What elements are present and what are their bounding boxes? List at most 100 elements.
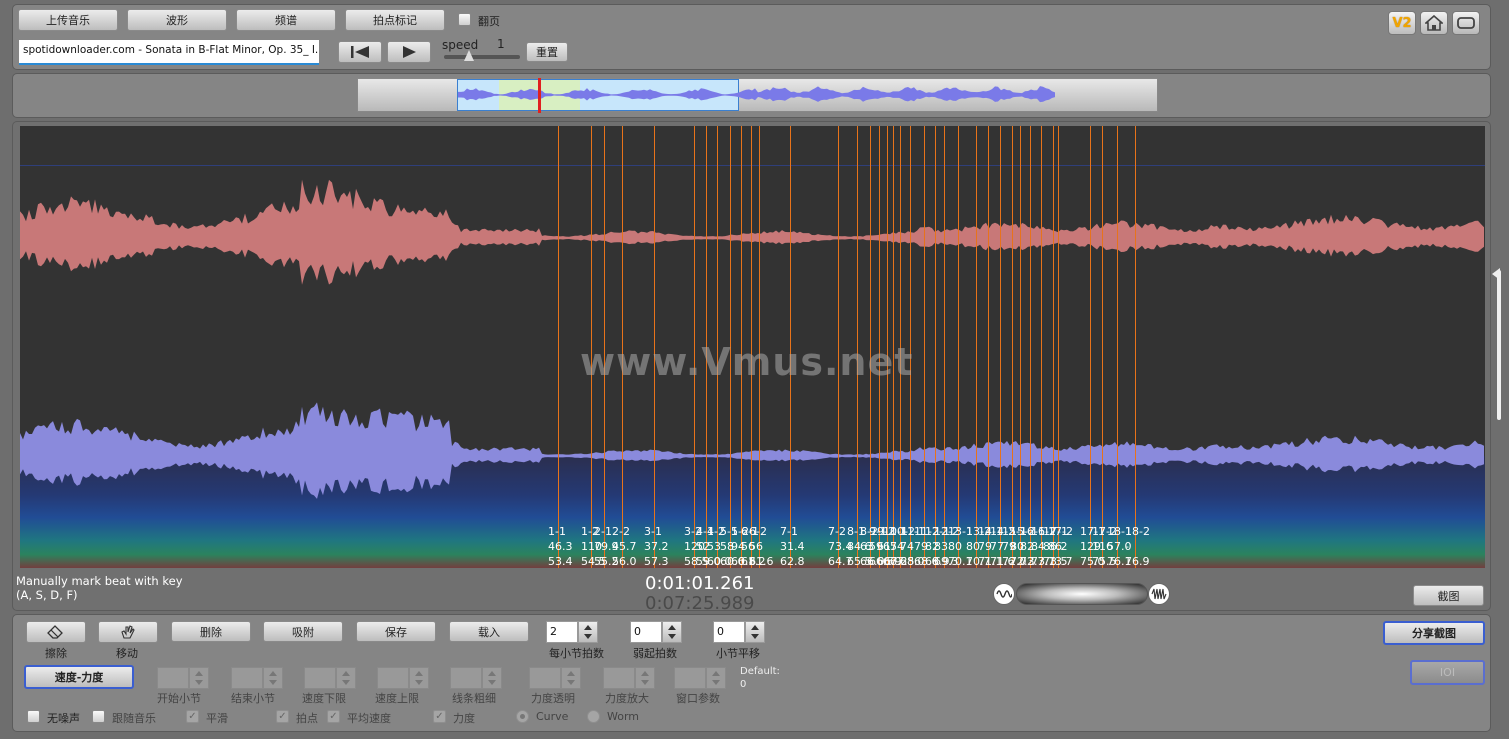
save-button[interactable]: 保存	[356, 621, 436, 642]
window-param-stepper[interactable]	[674, 667, 726, 689]
bar-shift-stepper[interactable]: 0	[713, 621, 765, 643]
speed-slider-track[interactable]	[444, 55, 520, 59]
beats-per-bar-stepper[interactable]: 2	[546, 621, 598, 643]
beat-line[interactable]	[935, 126, 936, 568]
load-button[interactable]: 载入	[449, 621, 529, 642]
speed-upper-stepper[interactable]	[377, 667, 429, 689]
page-turn-checkbox[interactable]	[458, 13, 471, 26]
smooth-checkbox[interactable]: ✓	[186, 710, 199, 723]
window-param-arrows[interactable]	[706, 667, 726, 689]
beat-line[interactable]	[558, 126, 559, 568]
snap-button[interactable]: 吸附	[263, 621, 343, 642]
wave-sparse-icon	[996, 590, 1012, 598]
share-screenshot-button[interactable]: 分享截图	[1383, 621, 1485, 645]
v2-button[interactable]: V2	[1388, 11, 1416, 35]
filename-field[interactable]: spotidownloader.com - Sonata in B-Flat M…	[19, 40, 319, 65]
speed-upper-arrows[interactable]	[409, 667, 429, 689]
beat-line[interactable]	[988, 126, 989, 568]
zoom-slider[interactable]	[1016, 583, 1148, 605]
force-zoom-arrows[interactable]	[635, 667, 655, 689]
beat-line[interactable]	[1000, 126, 1001, 568]
follow-music-checkbox[interactable]	[92, 710, 105, 723]
spectrum-button[interactable]: 频谱	[236, 9, 336, 31]
waveform-button[interactable]: 波形	[127, 9, 227, 31]
ioi-button[interactable]: IOI	[1410, 660, 1485, 685]
beat-line[interactable]	[1102, 126, 1103, 568]
overview-waveform	[458, 86, 1055, 103]
upload-music-button[interactable]: 上传音乐	[18, 9, 118, 31]
speed-lower-stepper[interactable]	[304, 667, 356, 689]
overview-playhead[interactable]	[538, 78, 541, 113]
fullscreen-button[interactable]	[1452, 11, 1480, 35]
start-bar-value[interactable]	[157, 667, 189, 689]
beat-mark-button[interactable]: 拍点标记	[345, 9, 445, 31]
pickup-stepper[interactable]: 0	[630, 621, 682, 643]
force-checkbox[interactable]: ✓	[433, 710, 446, 723]
v2-label: V2	[1392, 15, 1412, 31]
spectrum-canvas[interactable]: www.Vmus.net 1-1 46.3 53.4 1-2 110 54.5 2-1 79.…	[20, 126, 1485, 568]
skip-back-button[interactable]	[338, 41, 382, 63]
curve-radio[interactable]	[516, 710, 529, 723]
beat-line[interactable]	[1041, 126, 1042, 568]
force-transparency-stepper[interactable]	[529, 667, 581, 689]
beat-line[interactable]	[1030, 126, 1031, 568]
speed-force-button[interactable]: 速度-力度	[24, 665, 134, 689]
pickup-value[interactable]: 0	[630, 621, 662, 643]
beat-line[interactable]	[1058, 126, 1059, 568]
bar-shift-value[interactable]: 0	[713, 621, 745, 643]
beat-line[interactable]	[924, 126, 925, 568]
line-width-arrows[interactable]	[482, 667, 502, 689]
speed-upper-value[interactable]	[377, 667, 409, 689]
bar-shift-arrows[interactable]	[745, 621, 765, 643]
beat-label-l2: 46.3	[548, 540, 573, 553]
beat-line[interactable]	[1117, 126, 1118, 568]
speed-lower-value[interactable]	[304, 667, 336, 689]
beat-checkbox[interactable]: ✓	[276, 710, 289, 723]
beat-line[interactable]	[1020, 126, 1021, 568]
home-button[interactable]	[1420, 11, 1448, 35]
beat-label-l1: 3-1	[644, 525, 662, 538]
start-bar-arrows[interactable]	[189, 667, 209, 689]
move-button[interactable]	[98, 621, 158, 643]
beat-line[interactable]	[1053, 126, 1054, 568]
beats-per-bar-value[interactable]: 2	[546, 621, 578, 643]
pickup-arrows[interactable]	[662, 621, 682, 643]
start-bar-stepper[interactable]	[157, 667, 209, 689]
force-zoom-value[interactable]	[603, 667, 635, 689]
erase-button[interactable]	[26, 621, 86, 643]
waveform-zoom-out-button[interactable]	[993, 583, 1015, 605]
force-transparency-arrows[interactable]	[561, 667, 581, 689]
beat-line[interactable]	[976, 126, 977, 568]
speed-lower-label: 速度下限	[302, 692, 346, 705]
beat-label-l1: 7-1	[780, 525, 798, 538]
beat-line[interactable]	[1012, 126, 1013, 568]
beat-line[interactable]	[944, 126, 945, 568]
beat-label: 6-2 56 61.6	[749, 524, 774, 568]
avg-speed-checkbox[interactable]: ✓	[327, 710, 340, 723]
beat-label-l1: 18-2	[1125, 525, 1150, 538]
play-button[interactable]	[387, 41, 431, 63]
line-width-stepper[interactable]	[450, 667, 502, 689]
line-width-value[interactable]	[450, 667, 482, 689]
no-noise-checkbox[interactable]	[27, 710, 40, 723]
delete-button[interactable]: 删除	[171, 621, 251, 642]
end-bar-value[interactable]	[231, 667, 263, 689]
vertical-scroll-arrow[interactable]	[1492, 268, 1500, 280]
window-param-value[interactable]	[674, 667, 706, 689]
end-bar-stepper[interactable]	[231, 667, 283, 689]
screenshot-button[interactable]: 截图	[1413, 585, 1484, 606]
reset-button[interactable]: 重置	[526, 42, 568, 62]
beat-line[interactable]	[1090, 126, 1091, 568]
speed-lower-arrows[interactable]	[336, 667, 356, 689]
force-zoom-stepper[interactable]	[603, 667, 655, 689]
worm-radio[interactable]	[587, 710, 600, 723]
beat-label: 18-2 - 76.9	[1125, 524, 1150, 568]
beats-per-bar-arrows[interactable]	[578, 621, 598, 643]
waveform-zoom-in-button[interactable]	[1148, 583, 1170, 605]
vertical-scroll-track[interactable]	[1497, 270, 1501, 420]
speed-slider-thumb[interactable]	[464, 50, 474, 61]
force-transparency-value[interactable]	[529, 667, 561, 689]
beat-line[interactable]	[958, 126, 959, 568]
beat-line[interactable]	[1135, 126, 1136, 568]
end-bar-arrows[interactable]	[263, 667, 283, 689]
